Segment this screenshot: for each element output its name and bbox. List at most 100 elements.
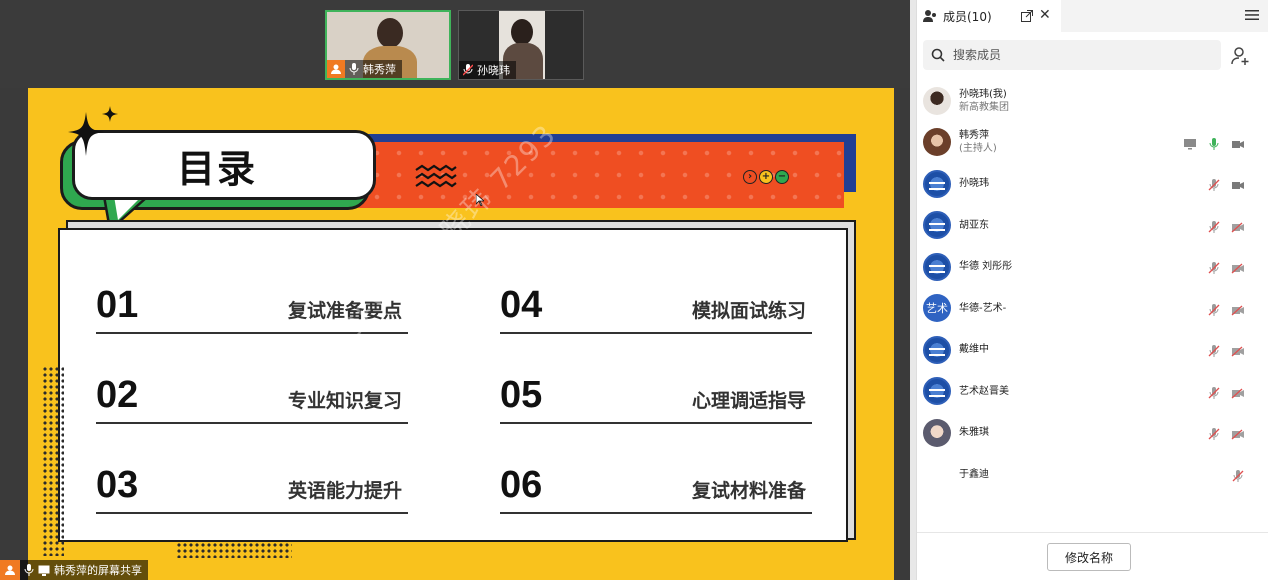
mic-muted-icon[interactable]	[1207, 219, 1221, 238]
member-subtitle: 新高教集团	[959, 101, 1009, 113]
zigzag-decoration	[415, 164, 457, 188]
dot-pattern-decoration	[176, 542, 292, 558]
close-icon[interactable]: ✕	[1039, 8, 1051, 22]
minus-decoration-icon: −	[775, 170, 789, 184]
toc-label: 英语能力提升	[287, 480, 402, 502]
members-icon	[923, 10, 936, 22]
member-list: 孙晓玮(我) 新高教集团 韩秀萍 (主持人) 孙晓玮 胡亚东 华德 刘彤彤 艺术 华德-艺术- 戴…	[917, 80, 1268, 495]
avatar	[923, 460, 951, 489]
panel-title: 成员(10)	[943, 9, 992, 24]
popout-icon[interactable]	[1021, 10, 1033, 22]
host-icon	[327, 60, 345, 78]
avatar	[923, 335, 951, 364]
toc-number: 06	[500, 464, 543, 506]
video-tile-name: 韩秀萍	[363, 63, 396, 76]
mic-muted-icon[interactable]	[1207, 302, 1221, 321]
toc-number: 01	[96, 284, 139, 326]
toc-number: 02	[96, 374, 139, 416]
search-icon	[931, 48, 945, 62]
slide-left-edge	[16, 88, 28, 580]
mic-icon	[24, 564, 34, 576]
mic-muted-icon	[463, 64, 473, 76]
panel-header: 成员(10) ✕	[917, 0, 1268, 32]
camera-off-icon[interactable]	[1231, 219, 1245, 238]
invite-member-icon[interactable]	[1231, 46, 1251, 66]
toc-item: 03 英语能力提升	[96, 424, 408, 514]
mic-muted-icon[interactable]	[1207, 343, 1221, 362]
camera-off-icon[interactable]	[1231, 385, 1245, 404]
member-name: 孙晓玮(我)	[959, 88, 1007, 100]
toc-number: 04	[500, 284, 543, 326]
member-row[interactable]: 胡亚东	[917, 205, 1268, 247]
slide-decoration-buttons: › + −	[743, 170, 789, 184]
camera-off-icon[interactable]	[1231, 260, 1245, 279]
member-row[interactable]: 戴维中	[917, 329, 1268, 371]
participant-video-head	[511, 19, 533, 45]
toc-label: 心理调适指导	[691, 390, 806, 412]
member-name: 孙晓玮	[959, 178, 989, 190]
mic-muted-icon[interactable]	[1207, 426, 1221, 445]
member-row[interactable]: 华德 刘彤彤	[917, 246, 1268, 288]
next-decoration-icon: ›	[743, 170, 757, 184]
avatar	[923, 418, 951, 447]
toc-number: 03	[96, 464, 139, 506]
screen-share-icon[interactable]	[1183, 136, 1197, 155]
avatar	[923, 128, 951, 157]
mic-active-icon[interactable]	[1207, 136, 1221, 155]
video-tile-label: 韩秀萍	[327, 60, 402, 78]
member-name: 华德-艺术-	[959, 302, 1007, 314]
toc-label: 复试材料准备	[691, 480, 806, 502]
shared-slide: › + − 目录 01 复试准备要点 02 专业知识复习 03 英语能力提升 0…	[16, 88, 894, 580]
screen-share-indicator[interactable]: 韩秀萍的屏幕共享	[0, 560, 148, 580]
video-tile-name: 孙晓玮	[477, 64, 510, 77]
camera-off-icon[interactable]	[1231, 343, 1245, 362]
video-tile-host[interactable]: 韩秀萍	[325, 10, 451, 80]
camera-icon[interactable]	[1231, 136, 1245, 155]
mic-muted-icon[interactable]	[1207, 385, 1221, 404]
dot-pattern-decoration	[42, 366, 64, 556]
toc-label: 模拟面试练习	[691, 300, 806, 322]
meeting-stage: 韩秀萍 孙晓玮 › + − 目录 01 复试准备要点 02 专业知识复习 03 …	[0, 0, 910, 580]
toc-item: 06 复试材料准备	[500, 424, 812, 514]
screen-share-text: 韩秀萍的屏幕共享	[54, 564, 142, 577]
camera-off-icon[interactable]	[1231, 426, 1245, 445]
search-input[interactable]	[953, 48, 1193, 62]
rename-button[interactable]: 修改名称	[1047, 543, 1131, 571]
video-strip: 韩秀萍 孙晓玮	[0, 0, 910, 88]
member-row[interactable]: 孙晓玮	[917, 163, 1268, 205]
avatar	[923, 211, 951, 240]
toc-item: 05 心理调适指导	[500, 334, 812, 424]
avatar	[923, 169, 951, 198]
video-tile-label: 孙晓玮	[459, 61, 516, 79]
member-name: 韩秀萍	[959, 130, 989, 142]
mic-muted-icon[interactable]	[1207, 260, 1221, 279]
member-search[interactable]	[923, 40, 1221, 70]
member-subtitle: (主持人)	[959, 143, 997, 155]
member-name: 戴维中	[959, 344, 989, 356]
members-panel: 成员(10) ✕ 孙晓玮(我)新高教集团韩秀萍(主持人) 孙晓玮胡亚东华德 刘彤彤…	[916, 0, 1268, 580]
mouse-cursor-icon	[476, 194, 484, 206]
participant-video-head	[377, 18, 403, 48]
plus-decoration-icon: +	[759, 170, 773, 184]
panel-footer: 修改名称	[917, 532, 1268, 580]
member-row[interactable]: 艺术 华德-艺术-	[917, 288, 1268, 330]
avatar	[923, 377, 951, 406]
avatar	[923, 252, 951, 281]
mic-muted-icon[interactable]	[1231, 468, 1245, 487]
sparkle-icon	[68, 106, 118, 156]
slide-title: 目录	[177, 146, 258, 191]
video-tile-participant[interactable]: 孙晓玮	[458, 10, 584, 80]
member-row[interactable]: 于鑫迪	[917, 454, 1268, 496]
member-row[interactable]: 韩秀萍 (主持人)	[917, 122, 1268, 164]
member-row[interactable]: 孙晓玮(我) 新高教集团	[917, 80, 1268, 122]
toc-item: 04 模拟面试练习	[500, 244, 812, 334]
member-row[interactable]: 朱雅琪	[917, 412, 1268, 454]
toc-card: 01 复试准备要点 02 专业知识复习 03 英语能力提升 04 模拟面试练习 …	[58, 228, 848, 542]
mic-muted-icon[interactable]	[1207, 177, 1221, 196]
camera-icon[interactable]	[1231, 177, 1245, 196]
member-row[interactable]: 艺术赵晋美	[917, 371, 1268, 413]
menu-icon[interactable]	[1245, 8, 1259, 22]
toc-label: 专业知识复习	[287, 390, 402, 412]
camera-off-icon[interactable]	[1231, 302, 1245, 321]
mic-icon	[349, 63, 359, 75]
